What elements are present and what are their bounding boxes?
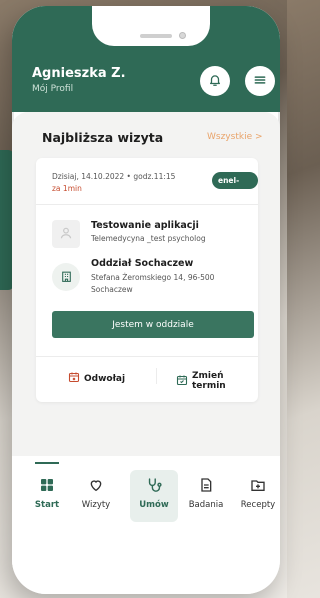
person-icon bbox=[59, 225, 73, 244]
visit-time-left: za 1min bbox=[52, 184, 82, 193]
nav-start[interactable]: Start bbox=[23, 470, 71, 522]
notifications-button[interactable] bbox=[200, 66, 230, 96]
nav-label: Badania bbox=[188, 500, 224, 510]
building-icon bbox=[60, 268, 73, 287]
cancel-visit-button[interactable]: Odwołaj bbox=[68, 371, 125, 386]
phone-camera bbox=[179, 32, 186, 39]
bell-icon bbox=[208, 72, 222, 91]
calendar-cancel-icon bbox=[68, 371, 80, 386]
action-separator bbox=[156, 368, 157, 384]
clinic-name: Oddział Sochaczew bbox=[91, 258, 194, 269]
calendar-edit-icon bbox=[176, 374, 188, 389]
doctor-avatar bbox=[52, 220, 80, 248]
section-title: Najbliższa wizyta bbox=[42, 130, 164, 145]
divider bbox=[36, 204, 258, 205]
reschedule-button[interactable]: Zmień termin bbox=[176, 371, 258, 391]
folder-plus-icon bbox=[249, 476, 267, 494]
hamburger-icon bbox=[253, 72, 267, 91]
nav-label: Start bbox=[34, 500, 60, 510]
nav-wizyty[interactable]: Wizyty bbox=[72, 470, 120, 522]
active-tab-indicator bbox=[35, 462, 59, 464]
phone-notch bbox=[92, 6, 210, 46]
nav-label: Umów bbox=[139, 500, 169, 510]
clinic-address: Stefana Żeromskiego 14, 96-500 Sochaczew bbox=[91, 273, 215, 294]
heart-icon bbox=[87, 476, 105, 494]
cancel-label: Odwołaj bbox=[84, 373, 126, 384]
nav-label: Wizyty bbox=[81, 500, 111, 510]
stethoscope-icon bbox=[145, 476, 163, 494]
document-icon bbox=[197, 476, 215, 494]
menu-button[interactable] bbox=[245, 66, 275, 96]
doctor-specialty: Telemedycyna _test psycholog bbox=[91, 234, 206, 243]
profile-link[interactable]: Mój Profil bbox=[32, 84, 73, 94]
see-all-link[interactable]: Wszystkie > bbox=[207, 132, 263, 142]
grid-icon bbox=[38, 476, 56, 494]
reschedule-label: Zmień termin bbox=[192, 371, 226, 391]
app-header: Agnieszka Z. Mój Profil bbox=[12, 6, 280, 112]
doctor-name: Testowanie aplikacji bbox=[91, 220, 199, 231]
nav-label: Recepty bbox=[240, 500, 276, 510]
visit-card[interactable]: Dzisiaj, 14.10.2022 • godz.11:15 za 1min… bbox=[36, 158, 258, 402]
nav-umow[interactable]: Umów bbox=[130, 470, 178, 522]
visit-date: Dzisiaj, 14.10.2022 • godz.11:15 bbox=[52, 172, 176, 181]
check-in-button[interactable]: Jestem w oddziale bbox=[52, 311, 254, 338]
phone-frame: Agnieszka Z. Mój Profil Najbliższa wizyt… bbox=[12, 6, 280, 594]
provider-badge: enel-med bbox=[212, 172, 258, 202]
divider bbox=[36, 356, 258, 357]
user-name[interactable]: Agnieszka Z. bbox=[32, 66, 126, 81]
nav-badania[interactable]: Badania bbox=[182, 470, 230, 522]
clinic-avatar bbox=[52, 263, 80, 291]
main-content: Najbliższa wizyta Wszystkie > Dzisiaj, 1… bbox=[12, 112, 280, 456]
bottom-navigation: Start Wizyty Umów Badania Recepty bbox=[12, 456, 280, 594]
phone-speaker bbox=[140, 34, 172, 38]
nav-recepty[interactable]: Recepty bbox=[234, 470, 280, 522]
